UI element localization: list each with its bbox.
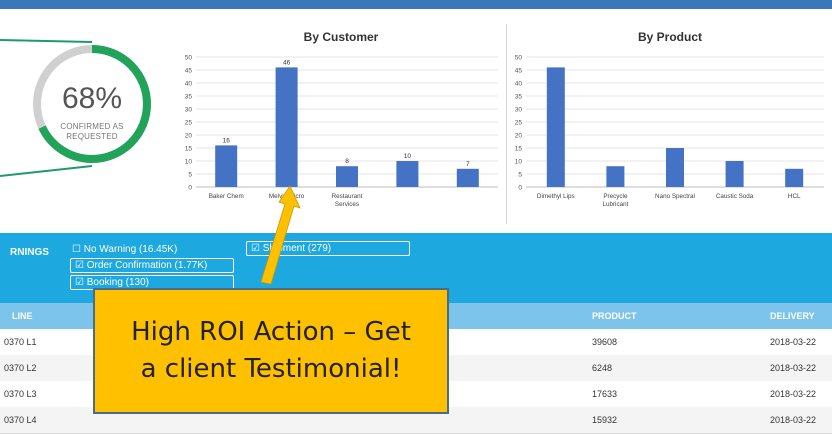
callout-box: High ROI Action – Get a client Testimoni…	[93, 288, 449, 414]
callout-text: High ROI Action – Get a client Testimoni…	[131, 314, 411, 388]
callout-arrow-shape	[260, 185, 301, 285]
callout-line1: High ROI Action – Get	[131, 317, 411, 347]
callout-line2: a client Testimonial!	[140, 354, 402, 384]
